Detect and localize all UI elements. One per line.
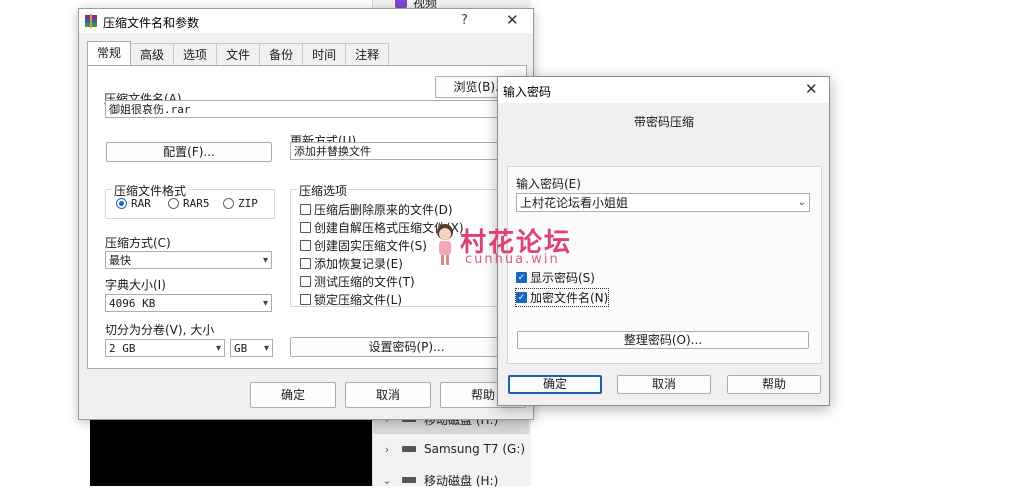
checkbox-icon [300, 204, 311, 215]
chevron-right-icon[interactable]: › [380, 443, 394, 456]
ok-button[interactable]: 确定 [250, 382, 336, 408]
tab-files[interactable]: 文件 [216, 43, 261, 66]
dialog-titlebar: 压缩文件名和参数 ? ✕ [79, 9, 533, 33]
watermark-subtext: cunhua.win [465, 252, 560, 267]
solid-checkbox[interactable]: 创建固实压缩文件(S) [300, 237, 427, 254]
format-rar-radio[interactable]: RAR [116, 197, 151, 210]
profile-button[interactable]: 配置(F)... [106, 142, 272, 162]
checkbox-checked-icon: ✓ [516, 272, 527, 283]
drive-icon [402, 477, 416, 483]
cancel-button[interactable]: 取消 [617, 375, 711, 394]
set-password-button[interactable]: 设置密码(P)... [290, 337, 523, 357]
password-dialog-title: 输入密码 [503, 85, 552, 99]
help-button[interactable]: 帮助 [727, 375, 821, 394]
explorer-item-drive-h-expanded[interactable]: ⌄ 移动磁盘 (H:) [380, 469, 498, 491]
method-label: 压缩方式(C) [105, 236, 171, 250]
password-input-label: 输入密码(E) [516, 177, 581, 191]
tab-general[interactable]: 常规 [87, 41, 132, 66]
radio-selected-icon [116, 198, 127, 209]
format-zip-radio[interactable]: ZIP [223, 197, 258, 210]
dict-combo[interactable]: 4096 KB ▾ [105, 294, 272, 312]
split-label: 切分为分卷(V), 大小 [105, 323, 215, 337]
tab-time[interactable]: 时间 [302, 43, 347, 66]
chevron-down-icon[interactable]: ▾ [216, 340, 221, 358]
method-combo[interactable]: 最快 ▾ [105, 251, 272, 269]
encrypt-filenames-checkbox[interactable]: ✓ 加密文件名(N) [514, 288, 610, 307]
chevron-down-icon[interactable]: ▾ [263, 252, 268, 270]
password-heading: 带密码压缩 [634, 115, 695, 129]
checkbox-icon [300, 222, 311, 233]
update-mode-combo[interactable]: 添加并替换文件 ▾ [290, 142, 523, 160]
checkbox-icon [300, 294, 311, 305]
show-password-checkbox[interactable]: ✓ 显示密码(S) [516, 269, 595, 286]
chevron-down-icon[interactable]: ▾ [263, 295, 268, 313]
checkbox-icon [300, 276, 311, 287]
filename-combo[interactable]: 御姐很哀伤.rar ▾ [105, 100, 523, 118]
format-group: 压缩文件格式 RAR RAR5 ZIP [105, 182, 275, 219]
checkbox-icon [300, 240, 311, 251]
tab-page-general: 压缩文件名(A) 浏览(B)... 御姐很哀伤.rar ▾ 更新方式(U) 配置… [87, 65, 527, 369]
password-input[interactable]: 上村花论坛看小姐姐 ⌄ [516, 193, 810, 212]
password-dialog-titlebar: 输入密码 ✕ [498, 77, 829, 103]
archive-params-dialog: 压缩文件名和参数 ? ✕ 常规 高级 选项 文件 备份 时间 注释 压缩文件名(… [78, 8, 534, 420]
watermark-figure-icon [437, 224, 453, 265]
test-archive-checkbox[interactable]: 测试压缩的文件(T) [300, 273, 415, 290]
split-size-combo[interactable]: 2 GB ▾ [105, 339, 225, 357]
cancel-button[interactable]: 取消 [345, 382, 431, 408]
format-rar5-radio[interactable]: RAR5 [168, 197, 210, 210]
tab-comment[interactable]: 注释 [345, 43, 390, 66]
dialog-title: 压缩文件名和参数 [103, 16, 200, 30]
video-folder-icon [395, 0, 407, 8]
ok-button[interactable]: 确定 [508, 375, 602, 394]
tab-backup[interactable]: 备份 [259, 43, 304, 66]
radio-icon [168, 198, 179, 209]
dict-label: 字典大小(I) [105, 278, 166, 292]
help-title-button[interactable]: ? [461, 13, 468, 28]
chevron-down-icon[interactable]: ▾ [264, 340, 269, 358]
winrar-icon [85, 14, 97, 28]
tab-options[interactable]: 选项 [173, 43, 218, 66]
organize-passwords-button[interactable]: 整理密码(O)... [517, 331, 809, 349]
radio-icon [223, 198, 234, 209]
options-group-title: 压缩选项 [297, 182, 350, 199]
checkbox-checked-icon: ✓ [516, 292, 527, 303]
close-button[interactable]: ✕ [506, 11, 519, 29]
chevron-down-icon[interactable]: ⌄ [380, 474, 394, 487]
tab-advanced[interactable]: 高级 [130, 43, 175, 66]
delete-after-checkbox[interactable]: 压缩后删除原来的文件(D) [300, 201, 453, 218]
recovery-record-checkbox[interactable]: 添加恢复记录(E) [300, 255, 403, 272]
checkbox-icon [300, 258, 311, 269]
lock-archive-checkbox[interactable]: 锁定压缩文件(L) [300, 291, 402, 308]
close-button[interactable]: ✕ [805, 80, 818, 98]
drive-icon [402, 446, 416, 452]
explorer-item-samsung-t7[interactable]: › Samsung T7 (G:) [380, 438, 525, 460]
chevron-down-icon[interactable]: ⌄ [798, 194, 806, 212]
split-unit-combo[interactable]: GB ▾ [230, 339, 273, 357]
